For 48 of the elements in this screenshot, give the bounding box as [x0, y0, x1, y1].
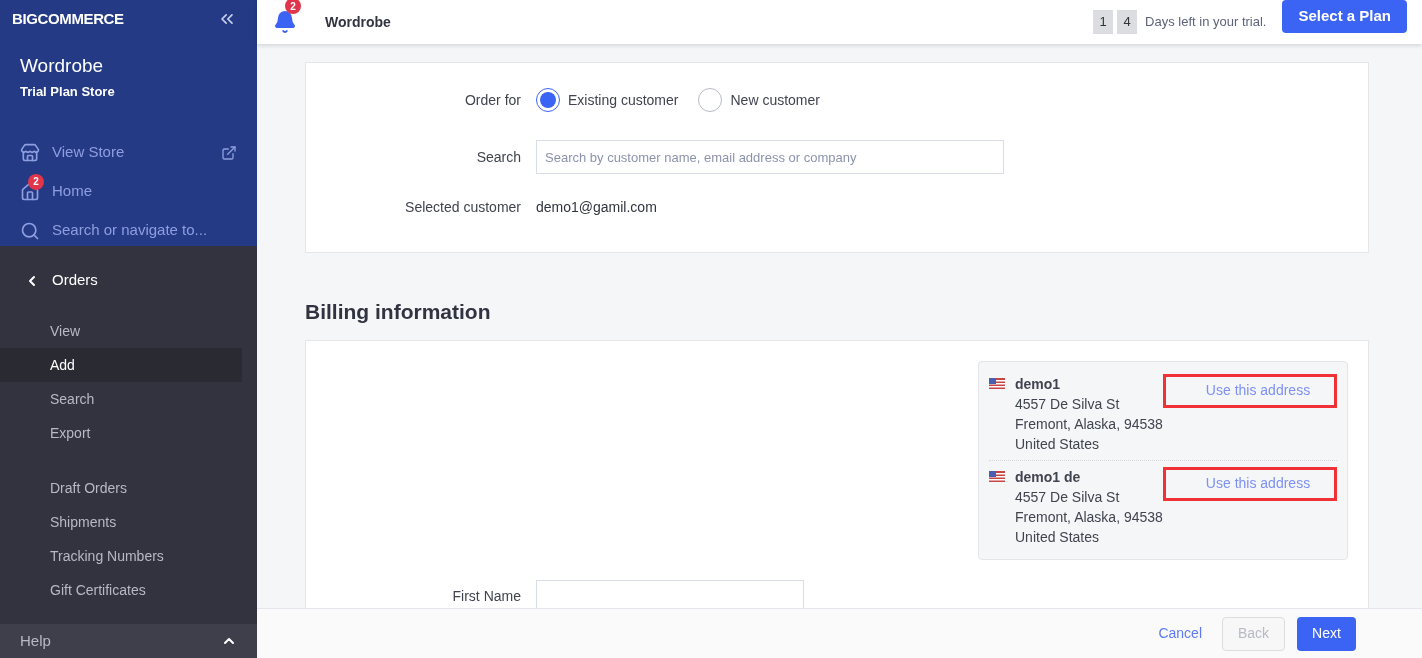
section-heading: Billing information: [305, 299, 492, 325]
help-link[interactable]: Help: [20, 629, 51, 653]
sidebar-item[interactable]: Search: [0, 382, 242, 416]
external-link-icon[interactable]: [221, 144, 237, 161]
field-label: Search: [475, 147, 522, 167]
field-label: First Name: [451, 587, 522, 606]
address-line: 4557 De Silva St: [1015, 394, 1121, 414]
address-name: demo1 de: [1015, 467, 1082, 487]
address-line: Fremont, Alaska, 94538: [1015, 414, 1163, 434]
address-line: United States: [1015, 434, 1101, 454]
address-line: 4557 De Silva St: [1015, 487, 1121, 507]
sidebar-item[interactable]: Gift Certificates: [0, 573, 242, 607]
selected-customer: demo1@gamil.com: [536, 198, 657, 217]
sidebar-item[interactable]: Draft Orders: [0, 471, 242, 505]
bell-icon[interactable]: [273, 10, 297, 34]
sidebar-item[interactable]: View: [0, 314, 242, 348]
sidebar-item[interactable]: Add: [0, 348, 242, 382]
field-label: Order for: [464, 90, 522, 110]
section-title[interactable]: Orders: [52, 269, 98, 292]
field-label: Selected customer: [404, 198, 522, 217]
countdown-digit: 1: [1093, 10, 1114, 34]
address-line: United States: [1015, 527, 1101, 547]
radio-option[interactable]: New customer: [698, 88, 820, 112]
radio-option[interactable]: Existing customer: [536, 88, 679, 112]
countdown-digit: 4: [1117, 10, 1138, 34]
search-field[interactable]: Search by customer name, email address or company: [536, 140, 1004, 174]
flag-icon: [989, 470, 1005, 482]
logo[interactable]: BIGCOMMERCE: [12, 8, 124, 31]
nav-link[interactable]: View Store: [52, 141, 221, 164]
store-title: Wordrobe: [325, 12, 392, 32]
cancel-button[interactable]: Cancel: [1150, 616, 1210, 651]
store-plan: Trial Plan Store: [20, 82, 116, 101]
next-button[interactable]: Next: [1297, 616, 1356, 651]
store-icon: [20, 142, 40, 163]
notification-badge: 2: [285, 0, 301, 14]
notification-badge: 2: [28, 173, 44, 190]
select-plan-button[interactable]: Select a Plan: [1282, 0, 1407, 33]
flag-icon: [989, 377, 1005, 389]
sidebar-item[interactable]: Export: [0, 416, 242, 450]
store-name: Wordrobe: [20, 53, 105, 78]
address-line: Fremont, Alaska, 94538: [1015, 507, 1163, 527]
search-icon: [20, 220, 40, 241]
nav-link[interactable]: Home: [52, 180, 237, 203]
sidebar-item[interactable]: Tracking Numbers: [0, 539, 242, 573]
sidebar-item[interactable]: Shipments: [0, 505, 242, 539]
address-name: demo1: [1015, 374, 1062, 394]
nav-link[interactable]: Search or navigate to...: [52, 219, 237, 242]
trial-text: Days left in your trial.: [1145, 13, 1267, 32]
